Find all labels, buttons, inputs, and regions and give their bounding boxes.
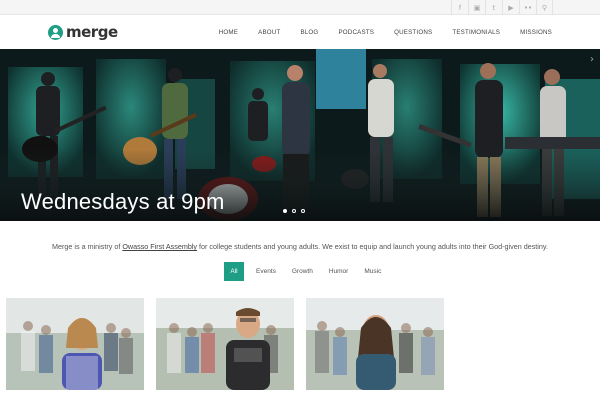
post-image-2: [156, 298, 294, 390]
filter-all[interactable]: All: [224, 262, 244, 281]
nav-blog[interactable]: BLOG: [300, 29, 318, 36]
facebook-icon[interactable]: f: [451, 0, 468, 15]
nav-about[interactable]: ABOUT: [258, 29, 280, 36]
site-header: merge HOME ABOUT BLOG PODCASTS QUESTIONS…: [0, 15, 600, 49]
slider-dots: [283, 209, 310, 213]
intro-text: Merge is a ministry of Owasso First Asse…: [0, 242, 600, 251]
slider-dot-3[interactable]: [301, 209, 305, 213]
nav-questions[interactable]: QUESTIONS: [394, 29, 432, 36]
category-filters: All Events Growth Humor Music: [224, 262, 391, 281]
slider-dot-1[interactable]: [283, 209, 287, 213]
instagram-icon[interactable]: ▣: [468, 0, 485, 15]
post-image-3: [306, 298, 444, 390]
filter-humor[interactable]: Humor: [323, 262, 355, 281]
filter-music[interactable]: Music: [358, 262, 387, 281]
nav-home[interactable]: HOME: [219, 29, 238, 36]
hero-caption: Wednesdays at 9pm: [21, 189, 225, 214]
filter-events[interactable]: Events: [250, 262, 282, 281]
nav-podcasts[interactable]: PODCASTS: [338, 29, 374, 36]
hero-slider[interactable]: Wednesdays at 9pm ›: [0, 49, 600, 221]
nav-missions[interactable]: MISSIONS: [520, 29, 552, 36]
post-card-3[interactable]: [306, 298, 444, 390]
owasso-first-assembly-link[interactable]: Owasso First Assembly: [122, 242, 197, 251]
post-card-2[interactable]: [156, 298, 294, 390]
youtube-icon[interactable]: ▶: [502, 0, 519, 15]
intro-before: Merge is a ministry of: [52, 242, 123, 251]
filter-growth[interactable]: Growth: [286, 262, 319, 281]
social-bar: f ▣ t ▶ •• ⚲: [0, 0, 600, 15]
social-links: f ▣ t ▶ •• ⚲: [451, 0, 553, 15]
post-card-1[interactable]: [6, 298, 144, 390]
logo-person-icon: [48, 24, 63, 40]
search-icon[interactable]: ⚲: [536, 0, 553, 15]
main-nav: HOME ABOUT BLOG PODCASTS QUESTIONS TESTI…: [199, 15, 552, 49]
flickr-icon[interactable]: ••: [519, 0, 536, 15]
intro-after: for college students and young adults. W…: [197, 242, 548, 251]
slider-dot-2[interactable]: [292, 209, 296, 213]
nav-testimonials[interactable]: TESTIMONIALS: [452, 29, 500, 36]
twitter-icon[interactable]: t: [485, 0, 502, 15]
logo-text: merge: [66, 23, 118, 41]
site-logo[interactable]: merge: [48, 23, 118, 41]
post-image-1: [6, 298, 144, 390]
next-slide-arrow-icon[interactable]: ›: [590, 54, 594, 65]
